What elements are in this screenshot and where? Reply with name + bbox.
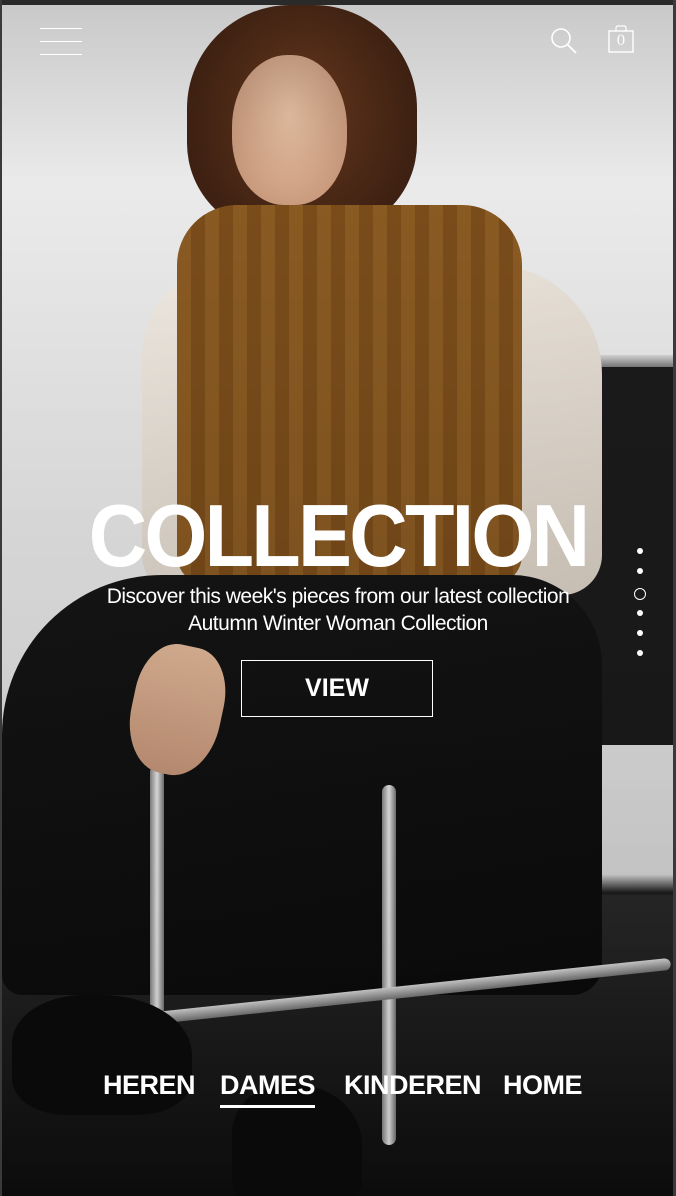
nav-item-kinderen[interactable]: KINDEREN	[344, 1070, 482, 1101]
category-nav: HEREN DAMES KINDEREN HOME	[0, 1070, 676, 1120]
slider-dot[interactable]	[637, 568, 643, 574]
hamburger-menu-icon[interactable]	[40, 28, 82, 56]
view-button[interactable]: VIEW	[241, 660, 433, 717]
shopping-bag-icon[interactable]: 0	[607, 25, 637, 55]
cart-count-badge: 0	[616, 33, 626, 49]
slider-dot-active[interactable]	[634, 588, 646, 600]
top-bezel	[0, 0, 676, 5]
hero-subtitle-line: Discover this week's pieces from our lat…	[106, 585, 570, 608]
search-icon[interactable]	[549, 26, 579, 56]
hero-title: COLLECTION	[88, 486, 590, 585]
hero-subtitle: Discover this week's pieces from our lat…	[0, 583, 676, 637]
app-screen: 0 COLLECTION Discover this week's pieces…	[0, 0, 676, 1196]
slider-dot[interactable]	[637, 610, 643, 616]
nav-item-home[interactable]: HOME	[503, 1070, 583, 1101]
nav-item-dames[interactable]: DAMES	[220, 1070, 316, 1108]
left-bezel	[0, 0, 2, 1196]
slider-pagination	[633, 548, 647, 670]
slider-dot[interactable]	[637, 630, 643, 636]
hero-subtitle-line: Autumn Winter Woman Collection	[188, 612, 488, 635]
slider-dot[interactable]	[637, 650, 643, 656]
nav-item-heren[interactable]: HEREN	[103, 1070, 196, 1101]
slider-dot[interactable]	[637, 548, 643, 554]
